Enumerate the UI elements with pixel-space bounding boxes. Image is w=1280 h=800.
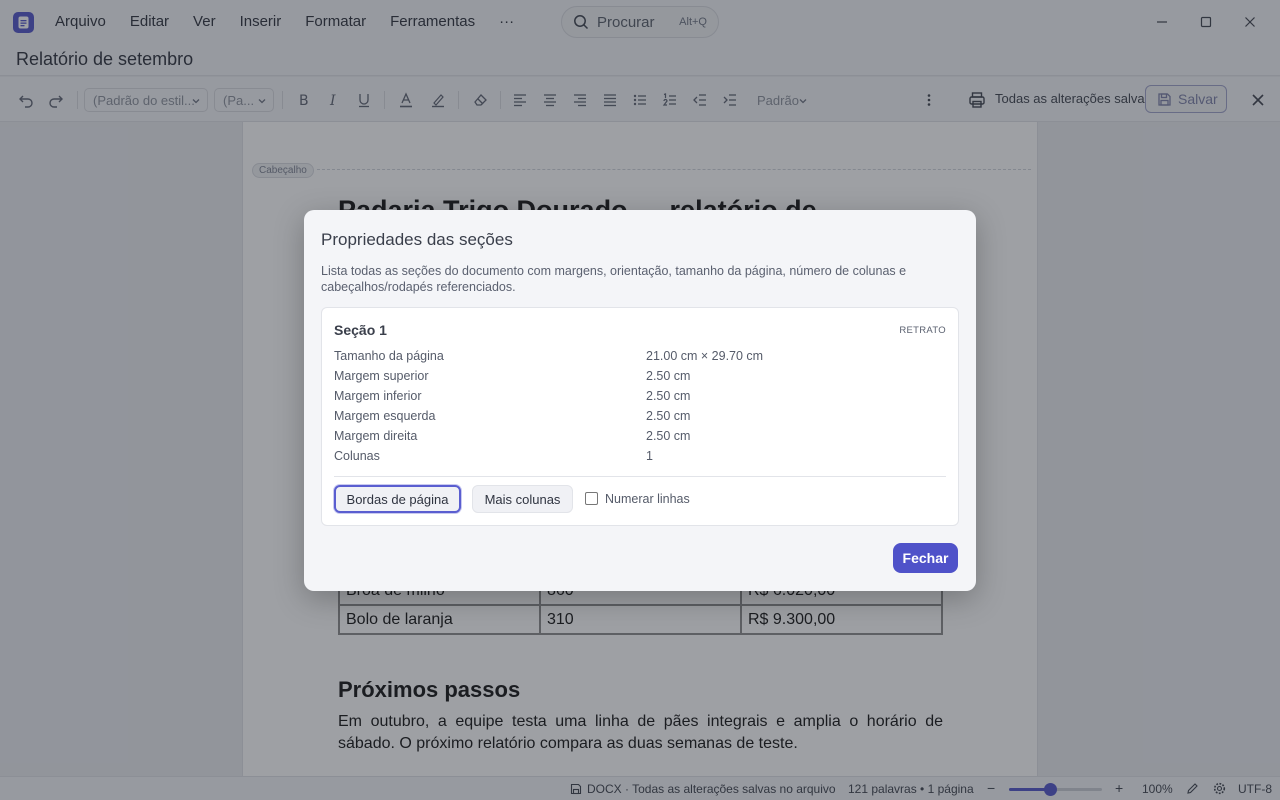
dialog-title: Propriedades das seções [321, 230, 513, 249]
property-value: 2.50 cm [646, 369, 691, 383]
section-card: Seção 1 RETRATO Tamanho da página 21.00 … [321, 307, 959, 526]
property-label: Colunas [334, 449, 380, 463]
line-numbers-checkbox[interactable] [585, 492, 598, 505]
card-divider [334, 476, 946, 477]
property-row: Colunas 1 [334, 449, 946, 469]
property-row: Tamanho da página 21.00 cm × 29.70 cm [334, 349, 946, 369]
close-dialog-button[interactable]: Fechar [893, 543, 958, 573]
property-row: Margem direita 2.50 cm [334, 429, 946, 449]
property-label: Margem superior [334, 369, 429, 383]
property-label: Margem direita [334, 429, 418, 443]
property-row: Margem inferior 2.50 cm [334, 389, 946, 409]
orientation-badge: RETRATO [899, 325, 946, 336]
property-value: 2.50 cm [646, 409, 691, 423]
property-value: 2.50 cm [646, 389, 691, 403]
property-label: Tamanho da página [334, 349, 444, 363]
modal-overlay[interactable]: Propriedades das seções Lista todas as s… [0, 0, 1280, 800]
property-value: 2.50 cm [646, 429, 691, 443]
property-label: Margem inferior [334, 389, 422, 403]
property-row: Margem superior 2.50 cm [334, 369, 946, 389]
dialog-description: Lista todas as seções do documento com m… [321, 264, 907, 294]
property-label: Margem esquerda [334, 409, 436, 423]
section-properties-dialog: Propriedades das seções Lista todas as s… [304, 210, 976, 591]
more-columns-button[interactable]: Mais colunas [472, 485, 573, 513]
line-numbers-label[interactable]: Numerar linhas [605, 492, 690, 506]
section-name: Seção 1 [334, 322, 387, 338]
property-value: 21.00 cm × 29.70 cm [646, 349, 764, 363]
page-borders-button[interactable]: Bordas de página [334, 485, 461, 513]
property-row: Margem esquerda 2.50 cm [334, 409, 946, 429]
property-value: 1 [646, 449, 653, 463]
